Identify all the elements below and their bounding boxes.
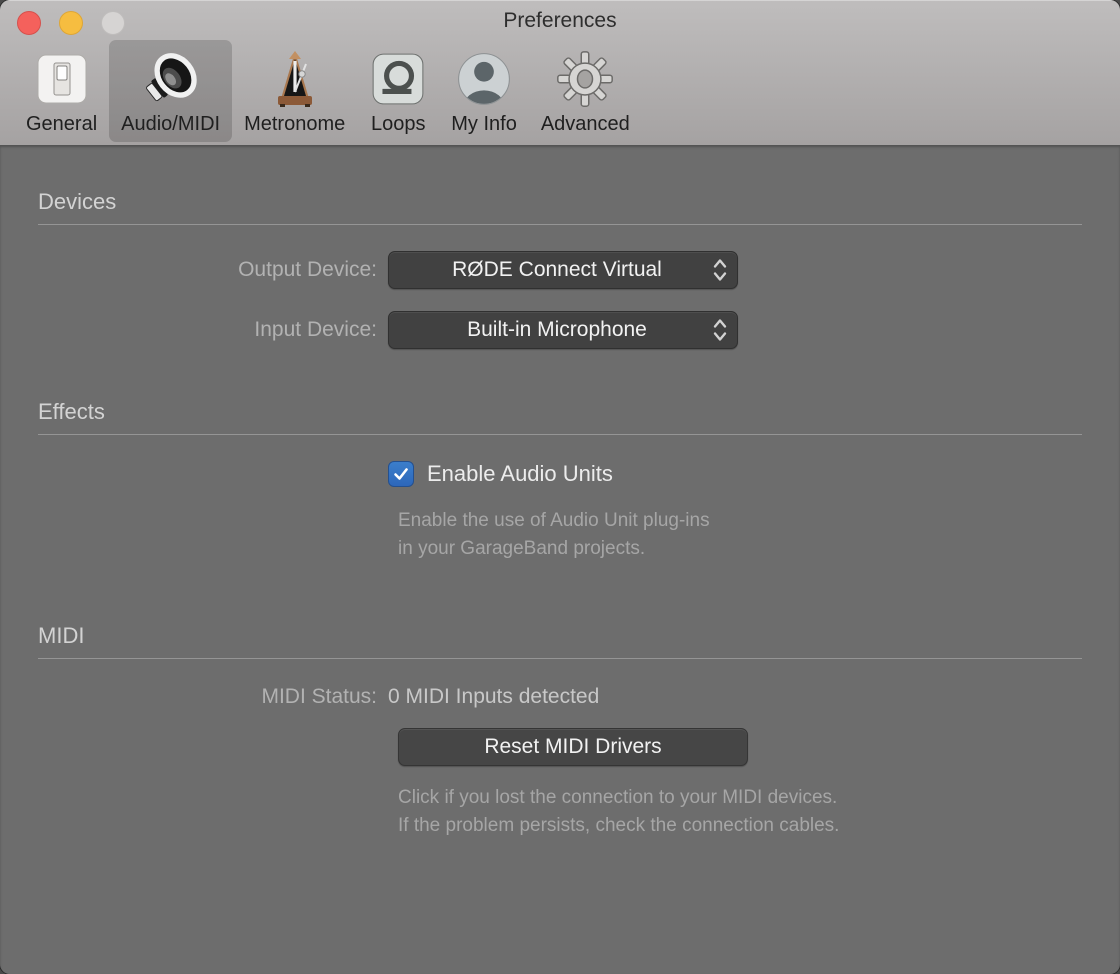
audio-midi-pane: Devices Output Device: RØDE Connect Virt… (0, 145, 1120, 974)
reset-midi-drivers-button[interactable]: Reset MIDI Drivers (398, 728, 748, 766)
preferences-toolbar: General Audio/MIDI (0, 40, 1120, 145)
input-device-label: Input Device: (0, 318, 388, 342)
window-title: Preferences (0, 9, 1120, 33)
person-icon (455, 48, 513, 110)
tab-label: My Info (451, 113, 517, 136)
tab-loops[interactable]: Loops (357, 40, 439, 142)
midi-status-label: MIDI Status: (0, 685, 388, 709)
enable-audio-units-row: Enable Audio Units (0, 461, 1120, 487)
metronome-icon (266, 48, 324, 110)
help-line: If the problem persists, check the conne… (398, 812, 1120, 840)
enable-audio-units-label: Enable Audio Units (427, 461, 613, 487)
gear-icon (555, 48, 615, 110)
tab-general[interactable]: General (14, 40, 109, 142)
output-device-row: Output Device: RØDE Connect Virtual (0, 251, 1120, 289)
speaker-icon (140, 48, 202, 110)
preferences-window: Preferences General (0, 0, 1120, 974)
tab-audio-midi[interactable]: Audio/MIDI (109, 40, 232, 142)
input-device-popup[interactable]: Built-in Microphone (388, 311, 738, 349)
tab-label: Loops (371, 113, 426, 136)
tab-label: Audio/MIDI (121, 113, 220, 136)
output-device-popup[interactable]: RØDE Connect Virtual (388, 251, 738, 289)
light-switch-icon (33, 48, 91, 110)
midi-status-row: MIDI Status: 0 MIDI Inputs detected (0, 685, 1120, 709)
help-line: Click if you lost the connection to your… (398, 784, 1120, 812)
tab-label: Advanced (541, 113, 630, 136)
tab-my-info[interactable]: My Info (439, 40, 529, 142)
titlebar: Preferences (0, 0, 1120, 40)
tab-label: Metronome (244, 113, 345, 136)
output-device-label: Output Device: (0, 258, 388, 282)
effects-section-header: Effects (38, 349, 1082, 435)
output-device-value: RØDE Connect Virtual (389, 258, 703, 282)
window-chrome: Preferences General (0, 0, 1120, 145)
midi-help-text: Click if you lost the connection to your… (398, 784, 1120, 840)
input-device-row: Input Device: Built-in Microphone (0, 311, 1120, 349)
enable-audio-units-checkbox[interactable] (388, 461, 414, 487)
input-device-value: Built-in Microphone (389, 318, 703, 342)
effects-help-text: Enable the use of Audio Unit plug-ins in… (398, 507, 1120, 563)
help-line: Enable the use of Audio Unit plug-ins (398, 507, 1120, 535)
popup-chevrons-icon (703, 256, 737, 284)
loop-icon (369, 48, 427, 110)
tab-metronome[interactable]: Metronome (232, 40, 357, 142)
popup-chevrons-icon (703, 316, 737, 344)
tab-advanced[interactable]: Advanced (529, 40, 642, 142)
tab-label: General (26, 113, 97, 136)
midi-section-header: MIDI (38, 563, 1082, 659)
checkmark-icon (392, 465, 410, 483)
devices-section-header: Devices (38, 145, 1082, 225)
reset-midi-row: Reset MIDI Drivers (0, 728, 1120, 766)
help-line: in your GarageBand projects. (398, 535, 1120, 563)
midi-status-value: 0 MIDI Inputs detected (388, 685, 599, 709)
